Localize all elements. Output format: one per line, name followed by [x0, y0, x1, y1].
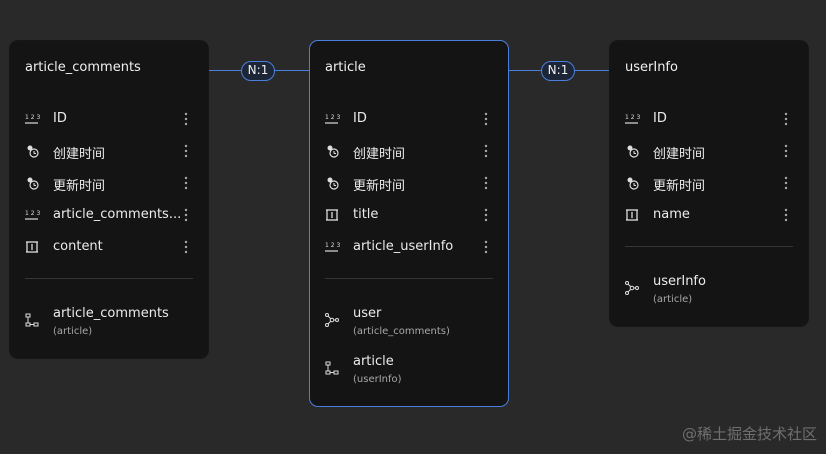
svg-text:1 2 3: 1 2 3: [25, 114, 40, 121]
text-icon: [26, 241, 38, 253]
more-options-icon[interactable]: [182, 173, 190, 193]
number-icon: 1 2 3: [25, 210, 40, 220]
datetime-icon: [627, 145, 639, 158]
datetime-icon: [327, 177, 339, 190]
more-options-icon[interactable]: [782, 173, 790, 193]
more-options-icon[interactable]: [182, 109, 190, 129]
entity-title: userInfo: [625, 60, 678, 75]
field-name: ID: [353, 111, 367, 126]
number-icon: 1 2 3: [25, 114, 40, 124]
datetime-icon: [627, 177, 639, 190]
more-options-icon[interactable]: [482, 237, 490, 257]
relation-badge-1[interactable]: N:1: [241, 61, 275, 81]
relation-row[interactable]: userInfo (article): [610, 272, 808, 316]
relation-target: (article): [653, 294, 693, 305]
field-name: content: [53, 239, 103, 254]
more-options-icon[interactable]: [182, 237, 190, 257]
more-options-icon[interactable]: [482, 141, 490, 161]
datetime-icon: [27, 145, 39, 158]
more-options-icon[interactable]: [782, 109, 790, 129]
relation-row[interactable]: user (article_comments): [310, 304, 508, 348]
field-row[interactable]: 更新时间: [310, 167, 508, 199]
field-name: 创建时间: [53, 147, 106, 162]
field-name: ID: [653, 111, 667, 126]
relation-row[interactable]: article (userInfo): [310, 352, 508, 396]
svg-text:1 2 3: 1 2 3: [325, 114, 340, 121]
more-options-icon[interactable]: [782, 205, 790, 225]
relation-icon: [25, 313, 39, 327]
entity-card-article-comments[interactable]: article_comments 1 2 3 ID 创建时间 更新时间 1 2 …: [9, 40, 209, 359]
relation-target: (article): [53, 326, 93, 337]
more-options-icon[interactable]: [182, 141, 190, 161]
field-row[interactable]: 1 2 3 ID: [10, 103, 208, 135]
relation-name: userInfo: [653, 274, 706, 289]
field-row[interactable]: 更新时间: [10, 167, 208, 199]
field-name: 创建时间: [353, 147, 406, 162]
field-name: article_comments...: [53, 207, 182, 222]
field-row[interactable]: 创建时间: [10, 135, 208, 167]
relation-many-icon: [325, 313, 339, 327]
relation-many-icon: [625, 281, 639, 295]
text-icon: [326, 209, 338, 221]
field-row[interactable]: 更新时间: [610, 167, 808, 199]
entity-title: article: [325, 60, 366, 75]
relation-icon: [325, 361, 339, 375]
datetime-icon: [27, 177, 39, 190]
number-icon: 1 2 3: [325, 114, 340, 124]
more-options-icon[interactable]: [482, 205, 490, 225]
watermark: @稀土掘金技术社区: [681, 425, 817, 443]
field-name: ID: [53, 111, 67, 126]
field-name: 更新时间: [353, 179, 406, 194]
relation-name: article: [353, 354, 394, 369]
field-name: 更新时间: [653, 179, 706, 194]
text-icon: [626, 209, 638, 221]
more-options-icon[interactable]: [782, 141, 790, 161]
field-name: 创建时间: [653, 147, 706, 162]
field-row[interactable]: 1 2 3 ID: [310, 103, 508, 135]
entity-card-userinfo[interactable]: userInfo 1 2 3 ID 创建时间 更新时间 name userInf…: [609, 40, 809, 327]
more-options-icon[interactable]: [482, 109, 490, 129]
svg-text:1 2 3: 1 2 3: [625, 114, 640, 121]
relation-target: (userInfo): [353, 374, 402, 385]
field-name: article_userInfo: [353, 239, 454, 254]
entity-title: article_comments: [25, 60, 141, 75]
section-divider: [625, 246, 793, 247]
number-icon: 1 2 3: [325, 242, 340, 252]
field-name: title: [353, 207, 379, 222]
field-row[interactable]: 1 2 3 ID: [610, 103, 808, 135]
relation-name: article_comments: [53, 306, 169, 321]
number-icon: 1 2 3: [625, 114, 640, 124]
field-row[interactable]: 1 2 3 article_comments...: [10, 199, 208, 231]
relation-name: user: [353, 306, 382, 321]
field-row[interactable]: 创建时间: [310, 135, 508, 167]
relation-badge-2[interactable]: N:1: [541, 61, 575, 81]
relation-target: (article_comments): [353, 326, 450, 337]
field-row[interactable]: 创建时间: [610, 135, 808, 167]
field-name: name: [653, 207, 690, 222]
relation-row[interactable]: article_comments (article): [10, 304, 208, 348]
datetime-icon: [327, 145, 339, 158]
section-divider: [25, 278, 193, 279]
more-options-icon[interactable]: [482, 173, 490, 193]
svg-text:1 2 3: 1 2 3: [25, 210, 40, 217]
field-row[interactable]: content: [10, 231, 208, 263]
entity-card-article[interactable]: article 1 2 3 ID 创建时间 更新时间 title 1 2 3 a…: [309, 40, 509, 407]
more-options-icon[interactable]: [182, 205, 190, 225]
section-divider: [325, 278, 493, 279]
field-row[interactable]: name: [610, 199, 808, 231]
svg-text:1 2 3: 1 2 3: [325, 242, 340, 249]
field-row[interactable]: 1 2 3 article_userInfo: [310, 231, 508, 263]
field-row[interactable]: title: [310, 199, 508, 231]
field-name: 更新时间: [53, 179, 106, 194]
